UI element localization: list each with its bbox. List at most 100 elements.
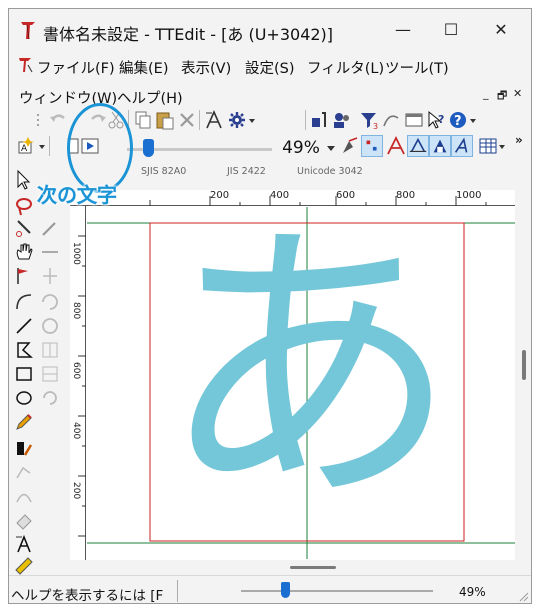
ruler-label: 200	[71, 482, 81, 500]
menu-filter[interactable]: フィルタ(L)	[307, 57, 384, 78]
filter-icon[interactable]: 3	[359, 109, 381, 131]
title-bar[interactable]: 書体名未設定 - TTEdit - [あ (U+3042)] — ☐ ✕	[9, 9, 531, 51]
document-icon[interactable]	[17, 56, 33, 74]
eraser-tool-icon[interactable]	[13, 509, 35, 531]
curve-icon[interactable]	[381, 109, 403, 131]
line-tool-icon[interactable]	[13, 315, 35, 337]
annotation-label: 次の文字	[37, 183, 118, 208]
mdi-restore-button[interactable]: 🗗	[497, 87, 507, 106]
node-view-icon[interactable]	[361, 135, 383, 157]
maximize-button[interactable]: ☐	[429, 17, 473, 43]
brush-tool-icon[interactable]	[13, 437, 35, 459]
menu-file[interactable]: ファイル(F)	[37, 57, 115, 78]
status-zoom-thumb[interactable]	[281, 582, 290, 598]
tool-palette	[9, 169, 69, 575]
point-tool-icon[interactable]	[339, 135, 361, 157]
pointer-tool-icon[interactable]	[13, 169, 35, 191]
baseline-a-icon[interactable]	[407, 135, 429, 157]
glyph-character: あ	[159, 207, 459, 543]
jis-code: JIS 2422	[227, 166, 266, 177]
status-bar: ヘルプを表示するには [F 49%	[9, 575, 531, 604]
ruler-horizontal: 200 400 600 800 1000	[70, 190, 515, 206]
refresh-tool-icon[interactable]	[39, 387, 61, 409]
lasso-tool-icon[interactable]	[13, 195, 35, 217]
app-window: 書体名未設定 - TTEdit - [あ (U+3042)] — ☐ ✕ ファイ…	[8, 8, 532, 604]
mdi-close-button[interactable]: ✕	[513, 87, 522, 100]
split-tool-icon[interactable]	[39, 265, 61, 287]
zoom-dropdown-arrow[interactable]	[327, 146, 335, 151]
app-logo-icon	[21, 22, 35, 40]
ruler-vertical: 1000 800 600 400 200	[70, 206, 86, 560]
undo-icon[interactable]	[47, 109, 69, 131]
delete-icon[interactable]	[176, 109, 198, 131]
status-divider	[177, 580, 178, 602]
vertical-scroll-thumb[interactable]	[522, 350, 526, 380]
knife-tool-icon[interactable]	[13, 217, 35, 239]
text-tool-icon[interactable]	[13, 533, 35, 555]
window-icon[interactable]	[403, 109, 425, 131]
node-remove-tool-icon[interactable]	[13, 485, 35, 507]
fill-a-icon[interactable]	[429, 135, 451, 157]
rotate-tool-icon[interactable]	[39, 291, 61, 313]
chevron-down-icon[interactable]	[499, 145, 505, 149]
paste-icon[interactable]	[154, 109, 176, 131]
users-icon[interactable]	[331, 109, 353, 131]
ruler-ticks	[149, 196, 487, 206]
scale-tool-icon[interactable]	[39, 315, 61, 337]
polygon-tool-icon[interactable]	[13, 339, 35, 361]
minimize-button[interactable]: —	[381, 17, 425, 43]
menu-edit[interactable]: 編集(E)	[119, 57, 168, 78]
menu-tools[interactable]: ツール(T)	[385, 57, 449, 78]
ruler-label: 600	[71, 362, 81, 380]
menu-settings[interactable]: 設定(S)	[245, 57, 295, 78]
eyedropper-tool-icon[interactable]	[39, 217, 61, 239]
status-zoom-track[interactable]	[241, 590, 433, 592]
status-zoom-value: 49%	[459, 585, 486, 599]
dash-tool-icon[interactable]	[39, 241, 61, 263]
chevron-down-icon[interactable]	[470, 119, 476, 123]
vertical-scrollbar[interactable]	[516, 190, 531, 560]
ruler-label: 400	[71, 422, 81, 440]
horizontal-scrollbar[interactable]	[70, 560, 515, 572]
ellipse-tool-icon[interactable]	[13, 387, 35, 409]
font-glyph-icon[interactable]	[203, 109, 225, 131]
chevron-down-icon[interactable]	[249, 119, 255, 123]
ruler-tool-icon[interactable]	[13, 555, 35, 577]
toolbar-overflow-icon[interactable]: »	[515, 133, 523, 147]
unicode-code: Unicode 3042	[297, 166, 363, 177]
svg-text:?: ?	[454, 114, 462, 129]
close-button[interactable]: ✕	[479, 17, 523, 43]
rectangle-tool-icon[interactable]	[13, 363, 35, 385]
ruler-label: 1000	[71, 242, 81, 265]
italic-a-icon[interactable]	[451, 135, 473, 157]
zoom-value[interactable]: 49%	[276, 136, 326, 160]
menu-help[interactable]: ヘルプ(H)	[117, 87, 183, 108]
align-tool-icon[interactable]	[39, 339, 61, 361]
grid-table-icon[interactable]	[477, 135, 499, 157]
mdi-minimize-button[interactable]: _	[483, 87, 489, 100]
outline-a-icon[interactable]	[385, 135, 407, 157]
glyph-select-icon[interactable]: A	[15, 135, 37, 157]
node-add-tool-icon[interactable]	[13, 461, 35, 483]
menu-view[interactable]: 表示(V)	[181, 57, 231, 78]
chevron-down-icon[interactable]	[39, 145, 45, 149]
svg-text:?: ?	[438, 113, 444, 126]
arc-tool-icon[interactable]	[13, 291, 35, 313]
glyph-edit-area[interactable]: あ	[87, 207, 515, 559]
help-icon[interactable]: ?	[447, 109, 469, 131]
distribute-tool-icon[interactable]	[39, 363, 61, 385]
horizontal-scroll-thumb[interactable]	[290, 566, 336, 569]
status-help-text: ヘルプを表示するには [F	[11, 588, 164, 604]
flag-tool-icon[interactable]	[13, 265, 35, 287]
ruler-label: 800	[71, 302, 81, 320]
svg-text:A: A	[21, 144, 28, 154]
properties-icon[interactable]	[309, 109, 331, 131]
zoom-slider-thumb[interactable]	[143, 139, 154, 157]
help-pointer-icon[interactable]: ?	[425, 109, 447, 131]
hand-tool-icon[interactable]	[13, 241, 35, 263]
copy-icon[interactable]	[132, 109, 154, 131]
pencil-tool-icon[interactable]	[13, 411, 35, 433]
settings-gear-icon[interactable]	[227, 109, 249, 131]
resize-grip-icon[interactable]	[519, 592, 529, 602]
sjis-code: SJIS 82A0	[141, 166, 187, 177]
